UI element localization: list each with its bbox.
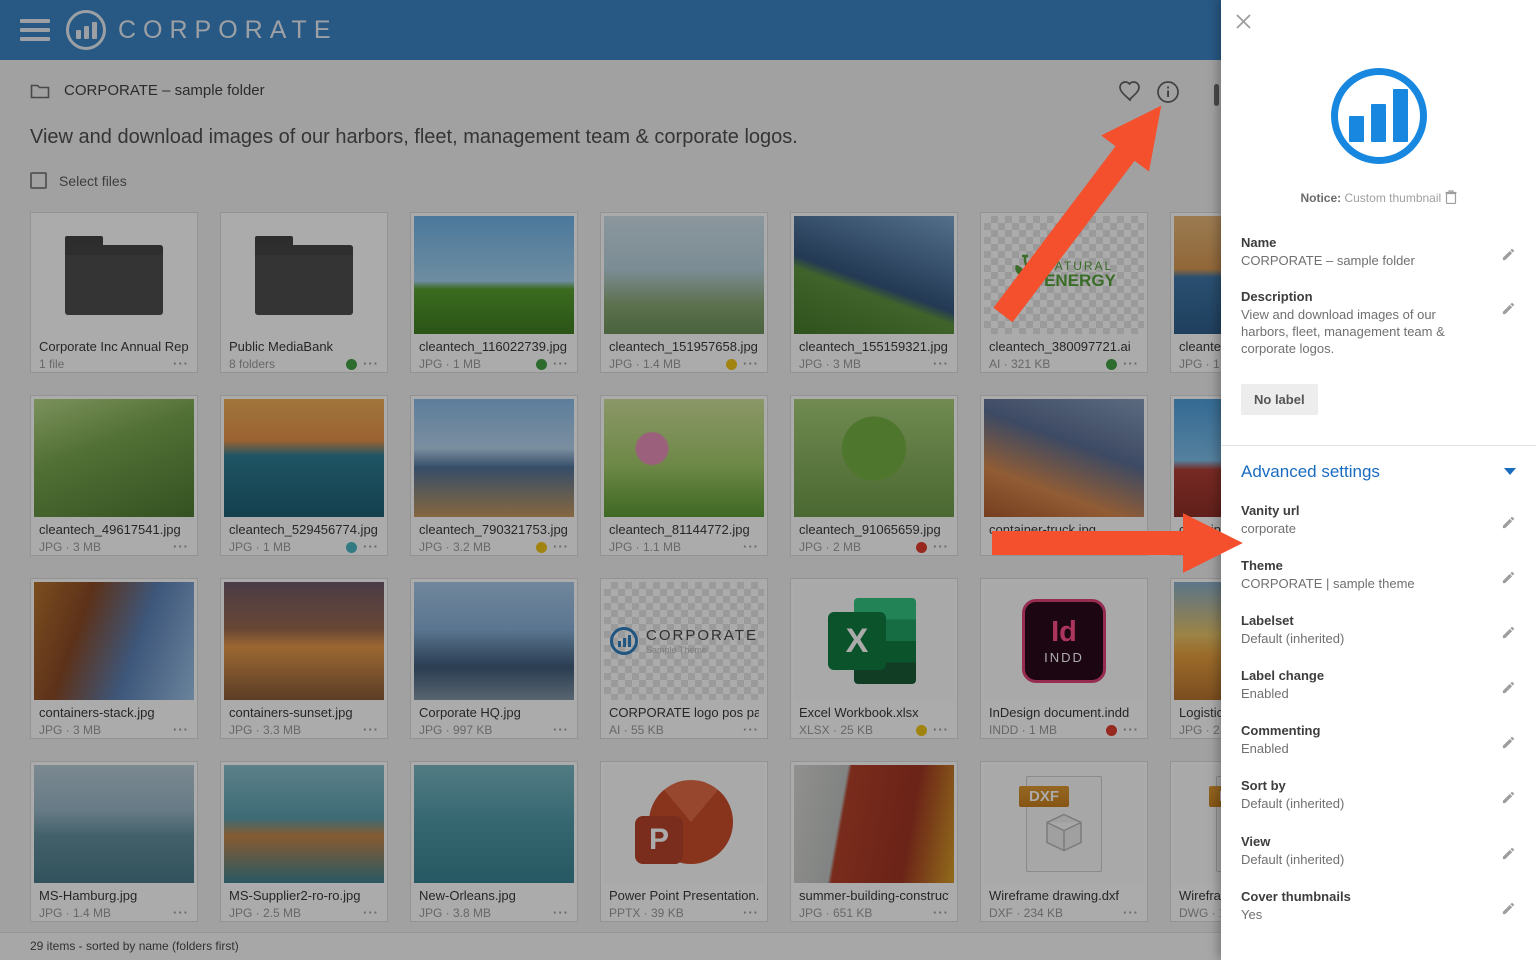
edit-label-change-button[interactable] <box>1501 680 1516 698</box>
edit-theme-button[interactable] <box>1501 570 1516 588</box>
edit-labelset-button[interactable] <box>1501 625 1516 643</box>
edit-vanity-url-button[interactable] <box>1501 515 1516 533</box>
panel-divider <box>1221 445 1536 446</box>
edit-cover-thumbnails-button[interactable] <box>1501 901 1516 919</box>
setting-label: Labelset <box>1241 613 1486 628</box>
edit-view-button[interactable] <box>1501 846 1516 864</box>
setting-value: Yes <box>1241 906 1486 923</box>
setting-commenting: Commenting Enabled <box>1241 723 1516 757</box>
edit-sort-by-button[interactable] <box>1501 790 1516 808</box>
setting-label: Commenting <box>1241 723 1486 738</box>
setting-label: Label change <box>1241 668 1486 683</box>
folder-details-panel: Notice: Custom thumbnail Name CORPORATE … <box>1221 0 1536 960</box>
edit-commenting-button[interactable] <box>1501 735 1516 753</box>
setting-value: Default (inherited) <box>1241 851 1486 868</box>
edit-description-button[interactable] <box>1501 301 1516 319</box>
setting-theme: Theme CORPORATE | sample theme <box>1241 558 1516 592</box>
setting-label: Cover thumbnails <box>1241 889 1486 904</box>
setting-labelset: Labelset Default (inherited) <box>1241 613 1516 647</box>
notice-value: Custom thumbnail <box>1344 191 1441 205</box>
advanced-settings-toggle[interactable]: Advanced settings <box>1241 462 1516 482</box>
folder-thumbnail-logo <box>1331 68 1427 164</box>
setting-value: Default (inherited) <box>1241 795 1486 812</box>
app-window: CORPORATE CORPORATE – sample folder View… <box>0 0 1536 960</box>
setting-view: View Default (inherited) <box>1241 834 1516 868</box>
no-label-chip[interactable]: No label <box>1241 384 1318 415</box>
dim-overlay <box>0 0 1221 960</box>
setting-vanity-url: Vanity url corporate <box>1241 503 1516 537</box>
advanced-settings-list: Vanity url corporate Theme CORPORATE | samp… <box>1241 503 1516 923</box>
setting-label: Vanity url <box>1241 503 1486 518</box>
setting-value: Default (inherited) <box>1241 630 1486 647</box>
setting-label: View <box>1241 834 1486 849</box>
setting-value: corporate <box>1241 520 1486 537</box>
setting-sort-by: Sort by Default (inherited) <box>1241 778 1516 812</box>
setting-value: Enabled <box>1241 740 1486 757</box>
name-label: Name <box>1241 235 1486 250</box>
name-value: CORPORATE – sample folder <box>1241 252 1486 269</box>
description-label: Description <box>1241 289 1486 304</box>
setting-label: Theme <box>1241 558 1486 573</box>
setting-value: Enabled <box>1241 685 1486 702</box>
name-field: Name CORPORATE – sample folder <box>1241 235 1516 269</box>
advanced-settings-label: Advanced settings <box>1241 462 1380 482</box>
setting-label: Sort by <box>1241 778 1486 793</box>
notice-label: Notice: <box>1300 191 1341 205</box>
setting-label-change: Label change Enabled <box>1241 668 1516 702</box>
description-field: Description View and download images of … <box>1241 289 1516 357</box>
setting-cover-thumbnails: Cover thumbnails Yes <box>1241 889 1516 923</box>
chevron-down-icon <box>1504 468 1516 475</box>
description-value: View and download images of our harbors,… <box>1241 306 1486 357</box>
edit-name-button[interactable] <box>1501 247 1516 265</box>
trash-icon[interactable] <box>1445 191 1457 205</box>
close-icon[interactable] <box>1235 13 1252 35</box>
notice-line: Notice: Custom thumbnail <box>1221 190 1536 205</box>
setting-value: CORPORATE | sample theme <box>1241 575 1486 592</box>
